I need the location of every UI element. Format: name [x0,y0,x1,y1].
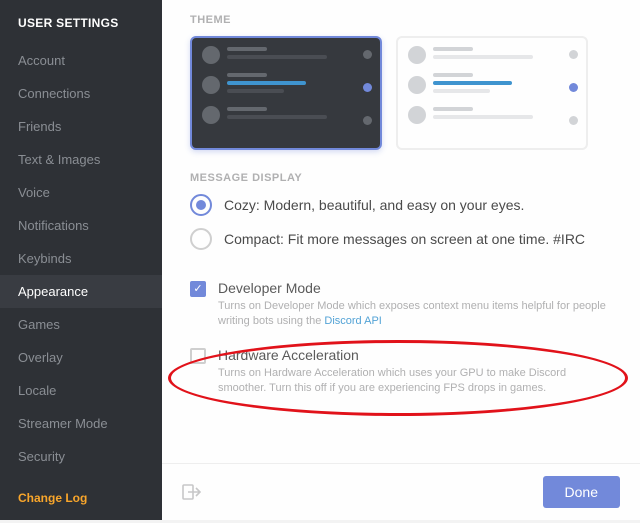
settings-sidebar: USER SETTINGS Account Connections Friend… [0,0,162,520]
hardware-accel-checkbox[interactable] [190,348,206,364]
theme-section-label: THEME [190,14,612,26]
changelog-link[interactable]: Change Log [0,473,162,523]
sidebar-item-overlay[interactable]: Overlay [0,341,162,374]
radio-icon [190,228,212,250]
sidebar-item-friends[interactable]: Friends [0,110,162,143]
sidebar-item-games[interactable]: Games [0,308,162,341]
sidebar-item-account[interactable]: Account [0,44,162,77]
sidebar-item-text-images[interactable]: Text & Images [0,143,162,176]
radio-compact[interactable]: Compact: Fit more messages on screen at … [190,228,612,250]
developer-mode-title: Developer Mode [218,280,612,296]
radio-icon [190,194,212,216]
hardware-accel-title: Hardware Acceleration [218,347,612,363]
sidebar-item-appearance[interactable]: Appearance [0,275,162,308]
sidebar-title: USER SETTINGS [0,0,162,44]
logout-icon[interactable] [182,484,202,500]
done-button[interactable]: Done [543,476,620,508]
developer-mode-row: ✓ Developer Mode Turns on Developer Mode… [190,280,612,329]
message-display-label: MESSAGE DISPLAY [190,172,612,184]
settings-scroll[interactable]: THEME MESSAGE DISPLAY Cozy: Modern, beau… [162,0,640,463]
theme-options [190,36,612,150]
hardware-accel-row: Hardware Acceleration Turns on Hardware … [190,347,612,396]
radio-cozy-label: Cozy: Modern, beautiful, and easy on you… [224,197,524,213]
developer-mode-checkbox[interactable]: ✓ [190,281,206,297]
hardware-accel-desc: Turns on Hardware Acceleration which use… [218,366,612,396]
sidebar-item-keybinds[interactable]: Keybinds [0,242,162,275]
discord-api-link[interactable]: Discord API [324,315,381,327]
settings-footer: Done [162,463,640,520]
theme-dark-card[interactable] [190,36,382,150]
developer-mode-desc: Turns on Developer Mode which exposes co… [218,299,612,329]
radio-cozy[interactable]: Cozy: Modern, beautiful, and easy on you… [190,194,612,216]
theme-light-card[interactable] [396,36,588,150]
sidebar-item-security[interactable]: Security [0,440,162,473]
sidebar-item-voice[interactable]: Voice [0,176,162,209]
sidebar-item-streamer-mode[interactable]: Streamer Mode [0,407,162,440]
settings-main: THEME MESSAGE DISPLAY Cozy: Modern, beau… [162,0,640,520]
sidebar-item-locale[interactable]: Locale [0,374,162,407]
radio-compact-label: Compact: Fit more messages on screen at … [224,231,585,247]
sidebar-item-notifications[interactable]: Notifications [0,209,162,242]
sidebar-item-connections[interactable]: Connections [0,77,162,110]
